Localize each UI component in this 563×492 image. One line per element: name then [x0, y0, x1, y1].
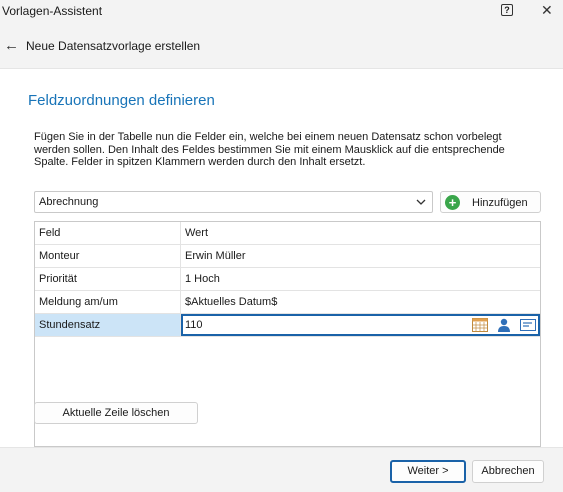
footer-bar: Weiter > Abbrechen	[0, 449, 563, 492]
cell-edit-tools	[467, 318, 536, 334]
field-cell[interactable]: Meldung am/um	[35, 291, 181, 313]
add-field-button-label: Hinzufügen	[472, 197, 528, 209]
back-arrow-icon[interactable]: ←	[4, 37, 19, 54]
help-icon[interactable]: ?	[501, 4, 513, 16]
value-edit-input[interactable]: 110	[181, 314, 540, 336]
delete-row-button[interactable]: Aktuelle Zeile löschen	[34, 402, 198, 424]
cancel-button[interactable]: Abbrechen	[472, 460, 544, 483]
person-icon[interactable]	[496, 318, 512, 332]
chevron-down-icon	[416, 199, 426, 205]
field-cell[interactable]: Stundensatz	[35, 314, 181, 336]
value-cell[interactable]: $Aktuelles Datum$	[181, 291, 540, 313]
next-button[interactable]: Weiter >	[390, 460, 466, 483]
field-cell[interactable]: Priorität	[35, 268, 181, 290]
field-group-select[interactable]: Abrechnung	[34, 191, 433, 213]
table-header-row: Feld Wert	[35, 222, 540, 245]
table-row[interactable]: Priorität 1 Hoch	[35, 268, 540, 291]
table-row-selected[interactable]: Stundensatz 110	[35, 314, 540, 337]
table-row[interactable]: Monteur Erwin Müller	[35, 245, 540, 268]
column-header-wert[interactable]: Wert	[181, 222, 540, 244]
text-field-icon[interactable]	[520, 318, 536, 332]
plus-circle-icon: +	[445, 195, 460, 210]
wizard-title: Neue Datensatzvorlage erstellen	[26, 39, 201, 53]
column-header-feld[interactable]: Feld	[35, 222, 181, 244]
add-field-button[interactable]: + Hinzufügen	[440, 191, 541, 213]
calendar-icon[interactable]	[471, 318, 488, 332]
window-title: Vorlagen-Assistent	[2, 4, 103, 18]
wizard-page: Feldzuordnungen definieren Fügen Sie in …	[0, 68, 563, 448]
page-description: Fügen Sie in der Tabelle nun die Felder …	[34, 131, 505, 168]
close-icon[interactable]: ✕	[541, 2, 553, 18]
value-cell[interactable]: Erwin Müller	[181, 245, 540, 267]
field-cell[interactable]: Monteur	[35, 245, 181, 267]
navigation-bar: ← Neue Datensatzvorlage erstellen	[0, 28, 563, 66]
value-cell[interactable]: 1 Hoch	[181, 268, 540, 290]
title-bar: Vorlagen-Assistent ? ✕	[0, 0, 563, 22]
table-row[interactable]: Meldung am/um $Aktuelles Datum$	[35, 291, 540, 314]
value-edit-text: 110	[185, 319, 203, 331]
field-group-select-value: Abrechnung	[39, 196, 99, 208]
page-heading: Feldzuordnungen definieren	[28, 92, 215, 109]
